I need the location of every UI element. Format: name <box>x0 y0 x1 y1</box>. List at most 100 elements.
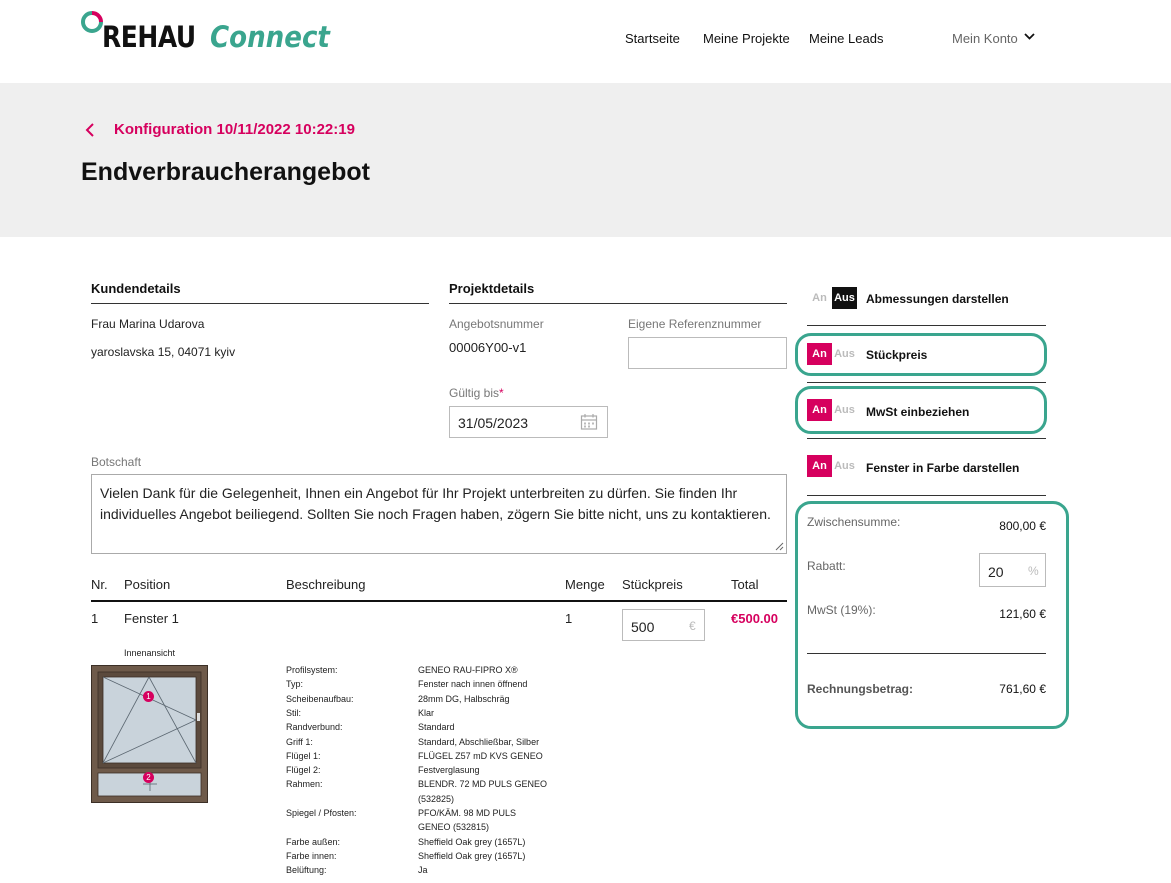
spec-value: Festverglasung <box>418 765 480 776</box>
divider <box>807 438 1046 439</box>
unit-price-value: 500 <box>631 619 655 635</box>
view-label: Innenansicht <box>124 648 176 658</box>
unit-price-input[interactable]: 500 € <box>622 609 705 641</box>
discount-input[interactable]: 20 % <box>979 553 1046 587</box>
spec-label: Farbe innen: <box>286 850 337 861</box>
divider <box>449 303 787 304</box>
reference-label: Eigene Referenznummer <box>628 317 762 331</box>
percent-suffix: % <box>1028 564 1039 578</box>
toggle-off-option[interactable]: Aus <box>832 399 857 421</box>
spec-label: Griff 1: <box>286 736 313 747</box>
discount-label: Rabatt: <box>807 559 846 573</box>
spec-value: Sheffield Oak grey (1657L) <box>418 850 526 861</box>
spec-value: Klar <box>418 707 435 718</box>
toggle-include-vat-label: MwSt einbeziehen <box>866 405 970 419</box>
spec-label: Flügel 2: <box>286 765 321 776</box>
row-total: €500.00 <box>731 611 778 626</box>
spec-label: Farbe außen: <box>286 836 341 847</box>
table-header-divider <box>91 600 787 602</box>
customer-address: yaroslavska 15, 04071 kyiv <box>91 345 236 359</box>
row-nr: 1 <box>91 611 99 626</box>
spec-label: Rahmen: <box>286 779 323 790</box>
toggle-unit-price[interactable]: An Aus <box>807 343 857 365</box>
chevron-down-icon[interactable] <box>1024 33 1035 41</box>
spec-label: Spiegel / Pfosten: <box>286 808 357 818</box>
row-position: Fenster 1 <box>124 611 179 626</box>
toggle-off-option[interactable]: Aus <box>832 287 857 309</box>
toggle-on-option[interactable]: An <box>807 287 832 309</box>
toggle-color-window-label: Fenster in Farbe darstellen <box>866 461 1020 475</box>
invoice-value: 761,60 € <box>999 682 1046 696</box>
spec-value: GENEO RAU-FIPRO X® <box>418 665 518 675</box>
summary-divider <box>807 653 1046 654</box>
spec-label: Belüftung: <box>286 865 327 876</box>
col-header-total: Total <box>731 577 759 592</box>
toggle-on-option[interactable]: An <box>807 343 832 365</box>
spec-value: Sheffield Oak grey (1657L) <box>418 836 526 847</box>
spec-value: (532825) <box>418 793 455 804</box>
nav-meine-leads[interactable]: Meine Leads <box>809 31 883 46</box>
invoice-label: Rechnungsbetrag: <box>807 682 914 696</box>
toggle-on-option[interactable]: An <box>807 399 832 421</box>
message-text: Vielen Dank für die Gelegenheit, Ihnen e… <box>100 485 771 522</box>
spec-value: BLENDR. 72 MD PULS GENEO <box>418 779 548 790</box>
row-quantity: 1 <box>565 611 573 626</box>
marker-1-badge: 1 <box>143 691 154 702</box>
toggle-dimensions[interactable]: An Aus <box>807 287 857 309</box>
col-header-nr: Nr. <box>91 577 108 592</box>
spec-value: 28mm DG, Halbschräg <box>418 693 510 704</box>
reference-input[interactable] <box>628 337 787 369</box>
spec-value: FLÜGEL Z57 mD KVS GENEO <box>418 750 543 761</box>
spec-label: Typ: <box>286 679 304 690</box>
toggle-unit-price-label: Stückpreis <box>866 348 928 362</box>
discount-value: 20 <box>988 564 1004 580</box>
page-title: Endverbraucherangebot <box>81 158 370 186</box>
customer-section-title: Kundendetails <box>91 281 181 296</box>
toggle-on-option[interactable]: An <box>807 455 832 477</box>
project-section-title: Projektdetails <box>449 281 535 296</box>
toggle-color-window[interactable]: An Aus <box>807 455 857 477</box>
back-chevron-icon[interactable] <box>85 123 95 137</box>
col-header-description: Beschreibung <box>286 577 366 592</box>
col-header-unit-price: Stückpreis <box>622 577 683 592</box>
col-header-position: Position <box>124 577 171 592</box>
logo-rehau-text: REHAU <box>102 20 196 54</box>
nav-startseite[interactable]: Startseite <box>625 31 680 46</box>
nav-meine-projekte[interactable]: Meine Projekte <box>703 31 790 46</box>
customer-name: Frau Marina Udarova <box>91 317 205 331</box>
offer-number-value: 00006Y00-v1 <box>449 340 527 355</box>
marker-2-badge: 2 <box>143 772 154 783</box>
col-header-quantity: Menge <box>565 577 605 592</box>
vat-value: 121,60 € <box>999 607 1046 621</box>
rehau-logo-icon <box>81 11 103 33</box>
spec-value: Standard, Abschließbar, Silber <box>418 736 540 747</box>
toggle-dimensions-label: Abmessungen darstellen <box>866 292 1009 306</box>
spec-value: Standard <box>418 722 455 733</box>
spec-value: Fenster nach innen öffnend <box>418 679 528 690</box>
valid-until-date-input[interactable]: 31/05/2023 <box>449 406 608 438</box>
spec-value: PFO/KÄM. 98 MD PULS <box>418 808 517 818</box>
valid-until-label: Gültig bis* <box>449 386 504 400</box>
currency-suffix: € <box>689 619 696 633</box>
offer-number-label: Angebotsnummer <box>449 317 544 331</box>
logo-connect-text: Connect <box>210 20 330 54</box>
breadcrumb[interactable]: Konfiguration 10/11/2022 10:22:19 <box>114 121 355 138</box>
message-textarea[interactable]: Vielen Dank für die Gelegenheit, Ihnen e… <box>91 474 787 554</box>
divider <box>91 303 429 304</box>
required-marker: * <box>499 386 504 400</box>
toggle-off-option[interactable]: Aus <box>832 455 857 477</box>
spec-label: Flügel 1: <box>286 750 321 761</box>
toggle-off-option[interactable]: Aus <box>832 343 857 365</box>
message-label: Botschaft <box>91 455 142 469</box>
spec-label: Scheibenaufbau: <box>286 693 354 704</box>
valid-until-label-text: Gültig bis <box>449 386 500 400</box>
spec-label: Profilsystem: <box>286 665 338 675</box>
toggle-include-vat[interactable]: An Aus <box>807 399 857 421</box>
account-menu[interactable]: Mein Konto <box>952 31 1018 46</box>
resize-handle-icon[interactable] <box>775 542 784 551</box>
calendar-icon[interactable] <box>580 413 598 431</box>
spec-value: Ja <box>418 865 428 876</box>
divider <box>807 325 1046 326</box>
spec-value: GENEO (532815) <box>418 822 490 833</box>
subtotal-label: Zwischensumme: <box>807 515 901 529</box>
